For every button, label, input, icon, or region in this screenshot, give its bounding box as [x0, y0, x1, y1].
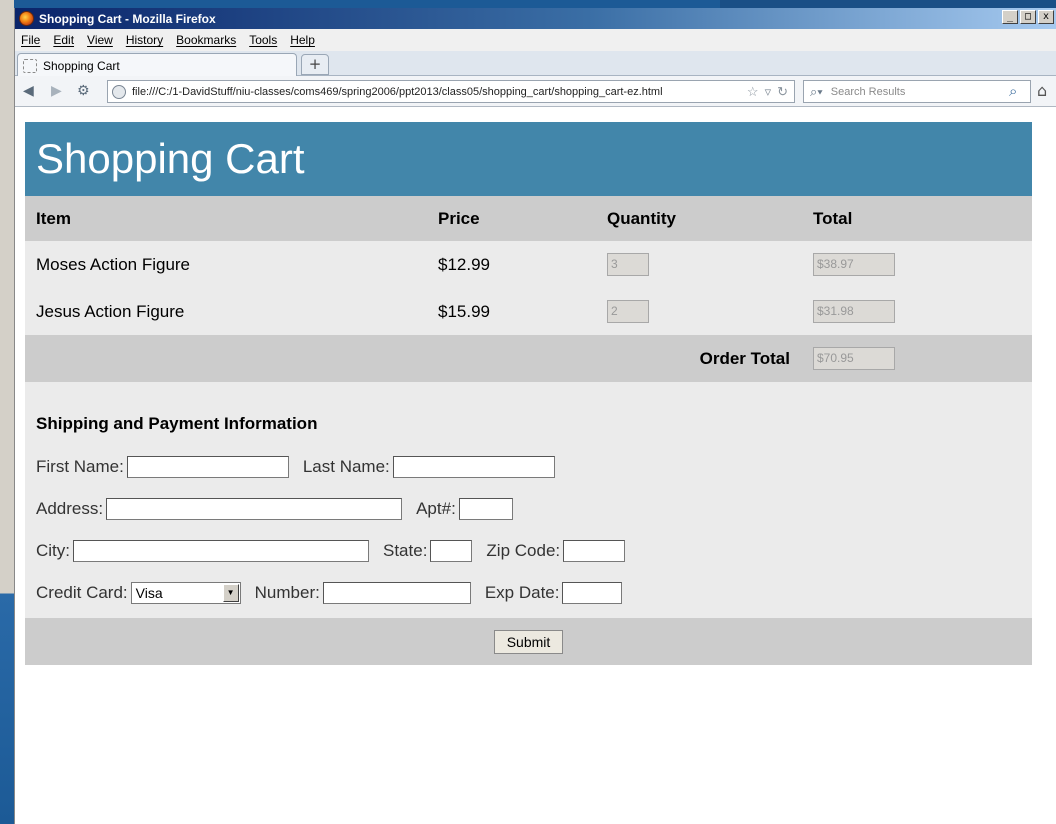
first-name-label: First Name: [36, 457, 124, 476]
bookmark-star-icon[interactable]: ☆ [747, 84, 759, 100]
apt-field[interactable] [458, 498, 513, 520]
column-header-item: Item [36, 208, 71, 228]
shopping-cart: Shopping Cart Item Price Quantity Total … [25, 122, 1032, 665]
tab-strip: Shopping Cart + [15, 51, 1056, 77]
first-name-field[interactable] [126, 456, 289, 478]
submit-row: Submit [25, 618, 1032, 665]
globe-icon [112, 84, 126, 99]
quantity-input[interactable]: 2 [607, 300, 649, 323]
menu-view[interactable]: View [87, 33, 113, 47]
last-name-field[interactable] [392, 456, 555, 478]
card-number-label: Number: [254, 583, 320, 602]
navigation-bar: ◀ ▶ ⚙ file:///C:/1-DavidStuff/niu-classe… [15, 76, 1056, 107]
search-icon[interactable]: ⌕ [1009, 82, 1017, 100]
zip-field[interactable] [563, 540, 626, 562]
exp-date-field[interactable] [562, 582, 623, 604]
menu-bookmarks[interactable]: Bookmarks [176, 33, 236, 47]
menu-help[interactable]: Help [290, 33, 315, 47]
credit-card-select[interactable]: Visa ▼ [130, 582, 241, 604]
column-header-price: Price [438, 208, 480, 228]
credit-card-value: Visa [135, 585, 163, 601]
search-placeholder: Search Results [830, 85, 906, 98]
table-header-row: Item Price Quantity Total [25, 196, 1032, 241]
exp-date-label: Exp Date: [484, 583, 560, 602]
window-controls: _ □ x [1002, 10, 1054, 24]
city-label: City: [36, 541, 70, 560]
item-name: Jesus Action Figure [36, 301, 185, 321]
address-label: Address: [36, 499, 104, 518]
home-icon[interactable]: ⌂ [1037, 81, 1047, 100]
shipping-heading: Shipping and Payment Information [36, 414, 318, 433]
column-header-quantity: Quantity [607, 208, 676, 228]
close-button[interactable]: x [1038, 10, 1054, 24]
tab-shopping-cart[interactable]: Shopping Cart [17, 53, 297, 77]
menu-tools[interactable]: Tools [249, 33, 277, 47]
item-name: Moses Action Figure [36, 254, 191, 274]
quantity-input[interactable]: 3 [607, 253, 649, 276]
page-content: Shopping Cart Item Price Quantity Total … [15, 122, 1056, 824]
desktop-background-top [720, 0, 1056, 8]
credit-card-label: Credit Card: [36, 583, 128, 602]
back-arrow-icon[interactable]: ◀ [23, 83, 34, 99]
url-bar[interactable]: file:///C:/1-DavidStuff/niu-classes/coms… [107, 80, 795, 103]
search-engine-icon[interactable]: ⌕▾ [810, 84, 823, 100]
url-actions: ☆ ▿ ↻ [747, 84, 794, 100]
reload-icon[interactable]: ↻ [777, 84, 788, 100]
title-bar[interactable]: Shopping Cart - Mozilla Firefox _ □ x [15, 8, 1056, 29]
page-heading: Shopping Cart [25, 122, 1032, 196]
item-price: $15.99 [438, 301, 490, 321]
name-row: First Name: Last Name: [36, 446, 1032, 488]
address-row: Address: Apt#: [36, 488, 1032, 530]
last-name-label: Last Name: [302, 457, 390, 476]
item-price: $12.99 [438, 254, 490, 274]
item-total-input: $38.97 [813, 253, 895, 276]
new-tab-button[interactable]: + [301, 54, 329, 75]
chevron-down-icon[interactable]: ▼ [222, 584, 239, 602]
order-total-row: Order Total $70.95 [25, 335, 1032, 382]
zip-label: Zip Code: [486, 541, 561, 560]
search-bar[interactable]: ⌕▾ Search Results [803, 80, 1031, 103]
window-title: Shopping Cart - Mozilla Firefox [39, 11, 216, 26]
table-row: Jesus Action Figure $15.99 2 $31.98 [25, 288, 1032, 335]
url-text: file:///C:/1-DavidStuff/niu-classes/coms… [132, 85, 663, 98]
firefox-logo-icon [19, 11, 34, 26]
minimize-button[interactable]: _ [1002, 10, 1018, 24]
card-number-field[interactable] [322, 582, 471, 604]
item-total-input: $31.98 [813, 300, 895, 323]
city-field[interactable] [73, 540, 369, 562]
menu-edit[interactable]: Edit [53, 33, 74, 47]
apt-label: Apt#: [416, 499, 456, 518]
page-icon [23, 58, 37, 73]
menu-file[interactable]: File [21, 33, 40, 47]
history-dropdown-icon[interactable]: ▿ [765, 84, 772, 100]
menu-bar: File Edit View History Bookmarks Tools H… [15, 29, 1056, 51]
order-total-label: Order Total [699, 348, 790, 368]
table-row: Moses Action Figure $12.99 3 $38.97 [25, 241, 1032, 288]
menu-history[interactable]: History [126, 33, 163, 47]
browser-window: Shopping Cart - Mozilla Firefox _ □ x Fi… [14, 8, 1056, 824]
desktop-background [0, 0, 14, 824]
shipping-form: Shipping and Payment Information First N… [25, 382, 1032, 618]
state-field[interactable] [430, 540, 473, 562]
state-label: State: [383, 541, 428, 560]
forward-arrow-icon[interactable]: ▶ [51, 83, 62, 99]
column-header-total: Total [813, 208, 853, 228]
tab-label: Shopping Cart [43, 58, 120, 73]
maximize-button[interactable]: □ [1020, 10, 1036, 24]
order-total-input: $70.95 [813, 347, 895, 370]
city-row: City: State: Zip Code: [36, 530, 1032, 572]
address-field[interactable] [106, 498, 403, 520]
submit-button[interactable]: Submit [493, 629, 564, 654]
payment-row: Credit Card: Visa ▼ Number: Exp Date: [36, 572, 1032, 614]
site-identity-icon[interactable]: ⚙ [77, 83, 90, 99]
